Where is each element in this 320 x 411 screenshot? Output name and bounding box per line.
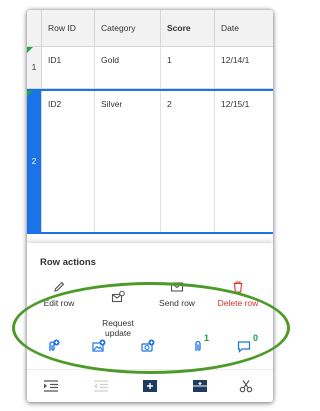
phone-screen: Row ID Category Score Date 1 ID1 Gold 1 …: [27, 10, 273, 402]
cell-date[interactable]: 12/14/1: [215, 47, 273, 88]
attachments-icon: [195, 340, 201, 351]
row-actions-sheet: Row actions Edit row Request update Send…: [27, 243, 273, 402]
bottom-toolbar: [27, 369, 273, 402]
edit-row-label: Edit row: [43, 298, 75, 308]
cell-score[interactable]: 2: [161, 91, 215, 232]
envelope-icon: [170, 282, 184, 292]
cell-row-id[interactable]: ID1: [42, 47, 95, 88]
add-row-icon[interactable]: [192, 379, 208, 393]
add-photo-button[interactable]: [141, 339, 163, 357]
row-number[interactable]: 1: [27, 47, 42, 88]
comments-count: 0: [253, 333, 259, 343]
grid: Row ID Category Score Date 1 ID1 Gold 1 …: [27, 10, 273, 243]
table-row-selected[interactable]: 2 ID2 Silver 2 12/15/1: [27, 89, 273, 234]
attachments-button[interactable]: [191, 339, 213, 357]
corner-cell[interactable]: [27, 10, 42, 47]
cell-score[interactable]: 1: [161, 47, 215, 88]
request-update-button[interactable]: Request update: [88, 280, 148, 338]
add-image-button[interactable]: [92, 339, 114, 357]
trash-icon: [233, 281, 243, 293]
column-header-category[interactable]: Category: [95, 10, 161, 47]
column-header-date[interactable]: Date: [215, 10, 273, 47]
column-header-score[interactable]: Score: [161, 10, 215, 47]
row-number[interactable]: 2: [27, 91, 42, 232]
indent-icon[interactable]: [43, 379, 59, 393]
grid-header: Row ID Category Score Date: [27, 10, 273, 47]
row-number-label: 2: [31, 157, 37, 166]
attachments-count: 1: [204, 333, 210, 343]
sheet-title: Row actions: [40, 257, 96, 268]
add-attachment-button[interactable]: [46, 339, 68, 357]
comments-icon: [237, 341, 251, 353]
add-photo-icon: [141, 339, 155, 352]
table-row[interactable]: 1 ID1 Gold 1 12/14/1: [27, 47, 273, 89]
edit-row-button[interactable]: Edit row: [29, 280, 89, 308]
cell-category[interactable]: Gold: [95, 47, 161, 88]
row-indicator-icon: [27, 91, 33, 97]
column-header-row-id[interactable]: Row ID: [42, 10, 95, 47]
add-attachment-icon: [49, 339, 60, 351]
delete-row-button[interactable]: Delete row: [208, 280, 268, 308]
add-image-icon: [92, 339, 106, 352]
insert-row-icon[interactable]: [142, 379, 158, 393]
row-number-label: 1: [31, 63, 37, 72]
cell-row-id[interactable]: ID2: [42, 91, 95, 232]
request-update-icon: [111, 290, 125, 303]
cut-icon[interactable]: [238, 379, 254, 393]
delete-row-label: Delete row: [217, 298, 259, 308]
send-row-label: Send row: [159, 298, 195, 308]
cell-category[interactable]: Silver: [95, 91, 161, 232]
request-update-label: Request update: [102, 318, 134, 338]
send-row-button[interactable]: Send row: [147, 280, 207, 308]
outdent-icon[interactable]: [93, 379, 109, 393]
pencil-icon: [54, 281, 65, 292]
row-indicator-icon: [27, 47, 33, 53]
cell-date[interactable]: 12/15/1: [215, 91, 273, 232]
